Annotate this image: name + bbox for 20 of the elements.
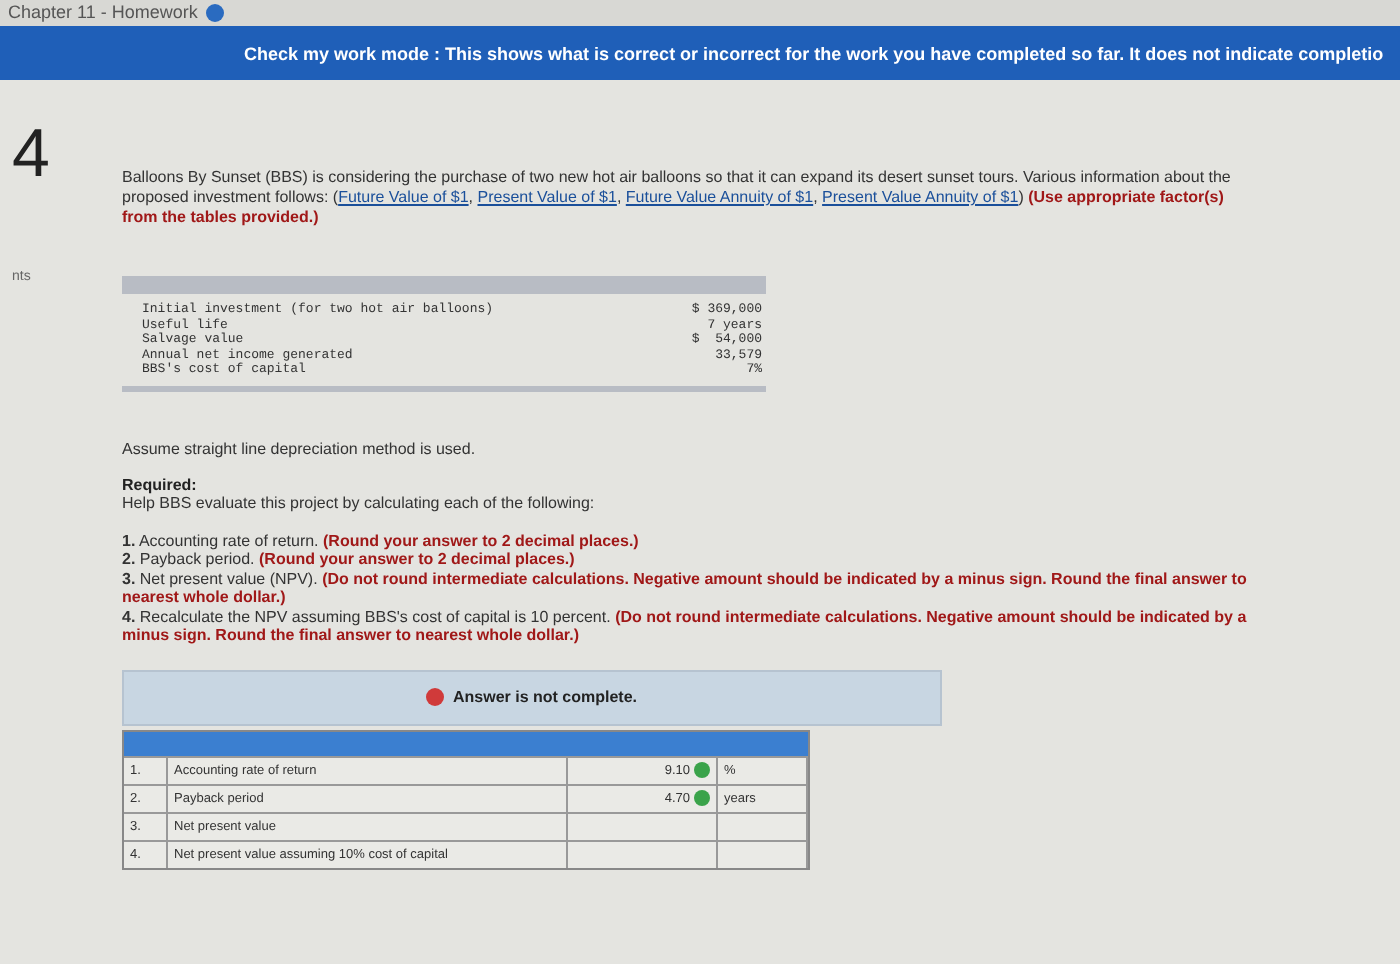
table-link[interactable]: Future Value of $1 [338,188,469,206]
requirement-item: 1. Accounting rate of return. (Round your answer to 2 decimal places.) [122,531,641,550]
unit-cell [718,839,808,867]
question-text: Balloons By Sunset (BBS) is considering the purchase of two new hot air balloons so that it can expand its desert sunset tours. Various information about the proposed investment follows: (Future Value of $1, Present Value of $1, Future Value Annuity of $1, Present Value Annuity of $1) (Use appropriate factor(s) from the tables provided.) [122,168,1233,228]
assignment-title: Chapter 11 - Homework [8,2,198,24]
banner-text: Check my work mode : This shows what is correct or incorrect for the work you have completed so far. It does not indicate completio [244,43,1384,63]
answer-input[interactable] [568,839,718,867]
required-lead: Help BBS evaluate this project by calculating each of the following: [122,493,597,511]
answer-status-text: Answer is not complete. [452,688,638,706]
table-link[interactable]: Present Value Annuity of $1 [822,188,1019,206]
unit-cell [718,811,808,839]
answer-input[interactable] [568,811,718,839]
required-heading: Required: [122,475,199,493]
table-link[interactable]: Present Value of $1 [477,188,617,206]
question-number: 4 [12,116,50,194]
assumption-text: Assume straight line depreciation method is used. [122,439,476,457]
requirement-item: 4. Recalculate the NPV assuming BBS's cost of capital is 10 percent. (Do not round intermediate calculations. Negative amount should be indicated by a minus sign. Round the final answer to nearest whole dollar.) [122,607,1249,645]
table-link[interactable]: Future Value Annuity of $1 [625,188,814,206]
requirement-item: 2. Payback period. (Round your answer to 2 decimal places.) [122,550,577,569]
requirement-item: 3. Net present value (NPV). (Do not round intermediate calculations. Negative amount should be indicated by a minus sign. Round the final answer to nearest whole dollar.) [122,569,1249,607]
